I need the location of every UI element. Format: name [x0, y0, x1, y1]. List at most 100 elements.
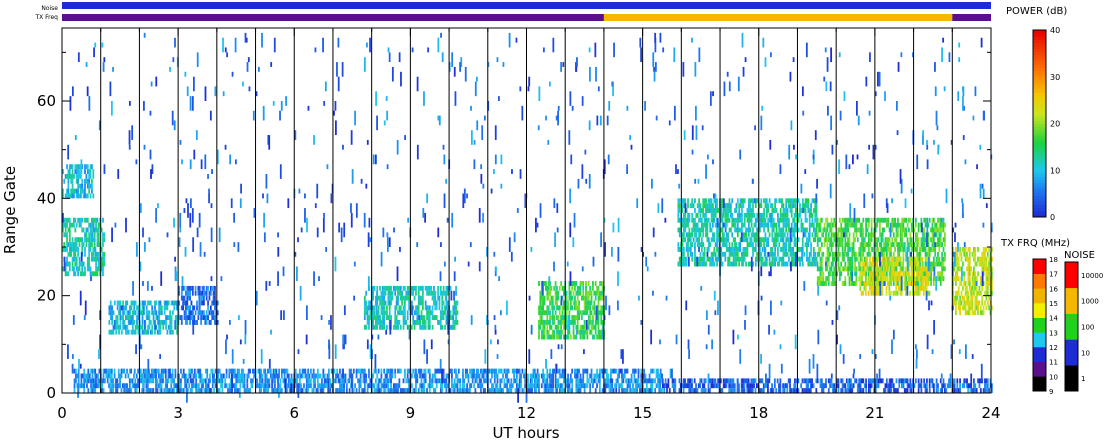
echo-cell: [90, 174, 92, 179]
echo-cell: [175, 369, 177, 374]
echo-cell: [962, 262, 964, 267]
echo-cell: [546, 369, 548, 374]
echo-cell: [567, 378, 569, 383]
echo-cell: [861, 266, 863, 271]
echo-cell: [567, 335, 569, 340]
echo-cell: [557, 291, 559, 296]
echo-cell: [219, 369, 221, 374]
echo-cell: [627, 369, 629, 374]
echo-cell: [264, 369, 266, 374]
echo-cell: [479, 374, 481, 379]
echo-cell: [972, 305, 974, 310]
echo-cell: [191, 301, 193, 306]
echo-cell: [63, 179, 65, 184]
echo-cell: [378, 305, 380, 310]
echo-cell: [145, 369, 147, 374]
echo-cell: [741, 218, 743, 223]
echo-cell: [74, 383, 76, 388]
echo-cell: [744, 198, 746, 203]
echo-cell: [944, 252, 946, 257]
echo-cell: [172, 310, 174, 315]
echo-cell: [132, 378, 134, 383]
echo-cell: [209, 374, 211, 379]
echo-cell: [506, 374, 508, 379]
echo-cell: [546, 325, 548, 330]
echo-cell: [407, 374, 409, 379]
echo-cell: [69, 237, 71, 242]
echo-cell: [422, 305, 424, 310]
echo-cell: [246, 383, 248, 388]
echo-cell: [459, 378, 461, 383]
echo-cell: [944, 257, 946, 262]
echo-cell: [943, 262, 945, 267]
echo-cell: [731, 232, 733, 237]
echo-cell: [577, 374, 579, 379]
echo-cell: [895, 286, 897, 291]
echo-cell: [684, 198, 686, 203]
echo-cell: [586, 374, 588, 379]
echo-cell: [84, 169, 86, 174]
echo-cell: [734, 223, 736, 228]
echo-cell: [853, 242, 855, 247]
echo-cell: [589, 383, 591, 388]
echo-cell: [390, 286, 392, 291]
echo-cell: [773, 218, 775, 223]
echo-cell: [569, 330, 571, 335]
echo-cell: [941, 242, 943, 247]
echo-cell: [985, 305, 987, 310]
echo-cell: [115, 330, 117, 335]
echo-cell: [81, 378, 83, 383]
echo-cell: [840, 223, 842, 228]
echo-cell: [173, 378, 175, 383]
echo-cell: [660, 369, 662, 374]
echo-cell: [839, 252, 841, 257]
echo-cell: [969, 281, 971, 286]
echo-cell: [317, 388, 319, 393]
echo-cell: [582, 291, 584, 296]
echo-cell: [113, 330, 115, 335]
echo-cell: [222, 388, 224, 393]
echo-cell: [114, 374, 116, 379]
echo-cell: [816, 213, 818, 218]
echo-cell: [828, 262, 830, 267]
echo-cell: [152, 388, 154, 393]
echo-cell: [87, 228, 89, 233]
echo-cell: [646, 383, 648, 388]
echo-cell: [189, 296, 191, 301]
echo-cell: [520, 383, 522, 388]
echo-cell: [537, 369, 539, 374]
echo-cell: [97, 271, 99, 276]
echo-cell: [360, 374, 362, 379]
echo-cell: [95, 223, 97, 228]
echo-cell: [111, 305, 113, 310]
echo-cell: [589, 286, 591, 291]
echo-cell: [872, 276, 874, 281]
echo-cell: [441, 383, 443, 388]
echo-cell: [802, 198, 804, 203]
echo-cell: [74, 252, 76, 257]
echo-cell: [893, 252, 895, 257]
echo-cell: [516, 378, 518, 383]
echo-cell: [68, 271, 70, 276]
echo-cell: [112, 383, 114, 388]
echo-cell: [394, 374, 396, 379]
echo-cell: [987, 252, 989, 257]
echo-cell: [133, 305, 135, 310]
echo-cell: [878, 247, 880, 252]
echo-cell: [730, 208, 732, 213]
echo-cell: [575, 281, 577, 286]
echo-cell: [91, 228, 93, 233]
echo-cell: [869, 252, 871, 257]
echo-cell: [108, 320, 110, 325]
echo-cell: [831, 266, 833, 271]
echo-cell: [102, 242, 104, 247]
echo-cell: [867, 228, 869, 233]
echo-cell: [686, 262, 688, 267]
echo-cell: [423, 383, 425, 388]
echo-cell: [934, 252, 936, 257]
echo-cell: [904, 247, 906, 252]
echo-cell: [916, 257, 918, 262]
echo-cell: [886, 271, 888, 276]
echo-cell: [767, 223, 769, 228]
echo-cell: [810, 208, 812, 213]
